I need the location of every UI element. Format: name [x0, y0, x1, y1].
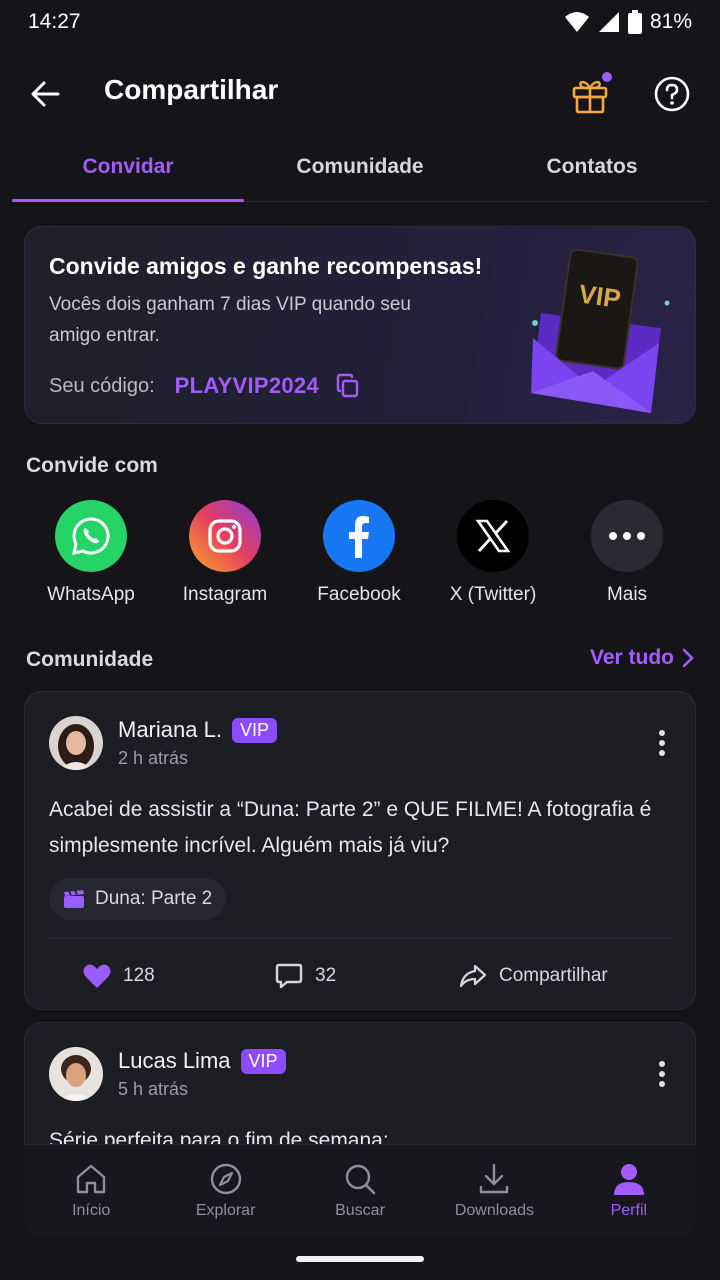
invite-description: Vocês dois ganham 7 dias VIP quando seu … — [49, 294, 411, 346]
nav-label: Início — [72, 1201, 111, 1219]
share-more[interactable]: Mais — [560, 500, 694, 616]
share-whatsapp[interactable]: WhatsApp — [24, 500, 158, 616]
heart-icon — [83, 964, 111, 988]
signal-icon — [598, 12, 619, 32]
tab-convidar[interactable]: Convidar — [12, 132, 244, 202]
community-post: Mariana L. VIP 2 h atrás Acabei de assis… — [24, 691, 696, 1010]
nav-label: Downloads — [454, 1201, 534, 1219]
like-button[interactable]: 128 — [83, 956, 155, 996]
back-button[interactable] — [26, 76, 66, 112]
vip-illustration-text: VIP — [577, 278, 623, 314]
battery-icon — [627, 10, 642, 34]
clapperboard-icon — [64, 890, 84, 908]
share-label: WhatsApp — [47, 584, 135, 605]
post-text: Acabei de assistir a “Duna: Parte 2” e Q… — [49, 798, 652, 857]
status-bar: 14:27 81% — [0, 0, 720, 44]
post-time: 2 h atrás — [118, 748, 189, 768]
invite-card: Convide amigos e ganhe recompensas! Você… — [24, 226, 696, 424]
share-x[interactable]: X (Twitter) — [426, 500, 560, 616]
status-icons: 81% — [564, 10, 692, 34]
home-icon — [77, 1164, 106, 1193]
share-label: Mais — [606, 584, 648, 605]
share-post-button[interactable]: Compartilhar — [459, 956, 608, 996]
notification-dot — [602, 72, 612, 82]
share-label: X (Twitter) — [449, 584, 537, 605]
invite-code-row: Seu código: PLAYVIP2024 — [49, 373, 361, 399]
community-section-title: Comunidade — [26, 648, 154, 671]
instagram-icon — [189, 500, 261, 572]
compass-icon — [210, 1163, 241, 1194]
nav-label: Perfil — [610, 1201, 648, 1219]
bottom-nav: Início Explorar Buscar Downloads Perfil — [24, 1144, 696, 1236]
see-all-link[interactable]: Ver tudo — [590, 646, 694, 670]
share-post-label: Compartilhar — [499, 965, 608, 986]
tab-comunidade[interactable]: Comunidade — [244, 132, 476, 201]
facebook-icon — [323, 500, 395, 572]
chevron-right-icon — [682, 648, 694, 668]
like-count: 128 — [123, 965, 155, 986]
divider — [49, 938, 671, 939]
post-actions: 128 32 Compartilhar — [25, 956, 695, 996]
post-author[interactable]: Mariana L. — [118, 717, 222, 743]
help-button[interactable] — [652, 74, 692, 114]
download-icon — [480, 1163, 509, 1193]
x-icon — [457, 500, 529, 572]
more-options-icon[interactable] — [657, 1059, 667, 1089]
invite-title: Convide amigos e ganhe recompensas! — [49, 253, 483, 279]
avatar[interactable] — [49, 716, 103, 770]
nav-perfil[interactable]: Perfil — [562, 1145, 696, 1236]
share-label: Instagram — [182, 584, 268, 605]
see-all-label: Ver tudo — [589, 646, 674, 669]
share-facebook[interactable]: Facebook — [292, 500, 426, 616]
more-icon — [591, 500, 663, 572]
comment-icon — [275, 963, 303, 989]
tab-contatos[interactable]: Contatos — [476, 132, 708, 201]
post-time: 5 h atrás — [118, 1079, 189, 1099]
gift-button[interactable] — [568, 72, 612, 116]
page-title: Compartilhar — [104, 74, 279, 105]
app-bar: Compartilhar — [0, 56, 720, 132]
post-author[interactable]: Lucas Lima — [118, 1048, 231, 1074]
vip-badge: VIP — [240, 1048, 286, 1074]
copy-icon[interactable] — [335, 373, 361, 399]
share-instagram[interactable]: Instagram — [158, 500, 292, 616]
more-options-icon[interactable] — [657, 728, 667, 758]
vip-badge: VIP — [231, 717, 277, 743]
home-indicator[interactable] — [296, 1256, 424, 1262]
whatsapp-icon — [55, 500, 127, 572]
comment-button[interactable]: 32 — [275, 956, 336, 996]
nav-explorar[interactable]: Explorar — [158, 1145, 292, 1236]
nav-buscar[interactable]: Buscar — [293, 1145, 427, 1236]
post-author-row: Mariana L. VIP — [118, 717, 277, 743]
comment-count: 32 — [315, 965, 337, 986]
help-icon — [654, 76, 690, 112]
battery-level: 81% — [649, 10, 692, 33]
share-label: Facebook — [317, 584, 401, 605]
share-options: WhatsApp Instagram Facebook X (Twitter) … — [24, 500, 694, 616]
status-time: 14:27 — [28, 10, 81, 33]
nav-label: Explorar — [195, 1201, 256, 1219]
profile-icon — [613, 1163, 644, 1195]
share-section-title: Convide com — [26, 454, 158, 477]
invite-code-label: Seu código: — [49, 374, 155, 397]
arrow-left-icon — [31, 81, 60, 107]
tab-bar: Convidar Comunidade Contatos — [12, 132, 708, 202]
invite-code-value[interactable]: PLAYVIP2024 — [175, 373, 319, 399]
avatar[interactable] — [49, 1047, 103, 1101]
nav-label: Buscar — [335, 1201, 385, 1219]
nav-inicio[interactable]: Início — [24, 1145, 158, 1236]
wifi-icon — [564, 12, 589, 32]
post-author-row: Lucas Lima VIP — [118, 1048, 286, 1074]
vip-envelope-illustration: VIP — [531, 248, 670, 413]
share-arrow-icon — [459, 964, 487, 988]
nav-downloads[interactable]: Downloads — [427, 1145, 561, 1236]
movie-chip[interactable]: Duna: Parte 2 — [49, 878, 227, 920]
search-icon — [345, 1164, 376, 1194]
movie-chip-label: Duna: Parte 2 — [95, 888, 213, 909]
